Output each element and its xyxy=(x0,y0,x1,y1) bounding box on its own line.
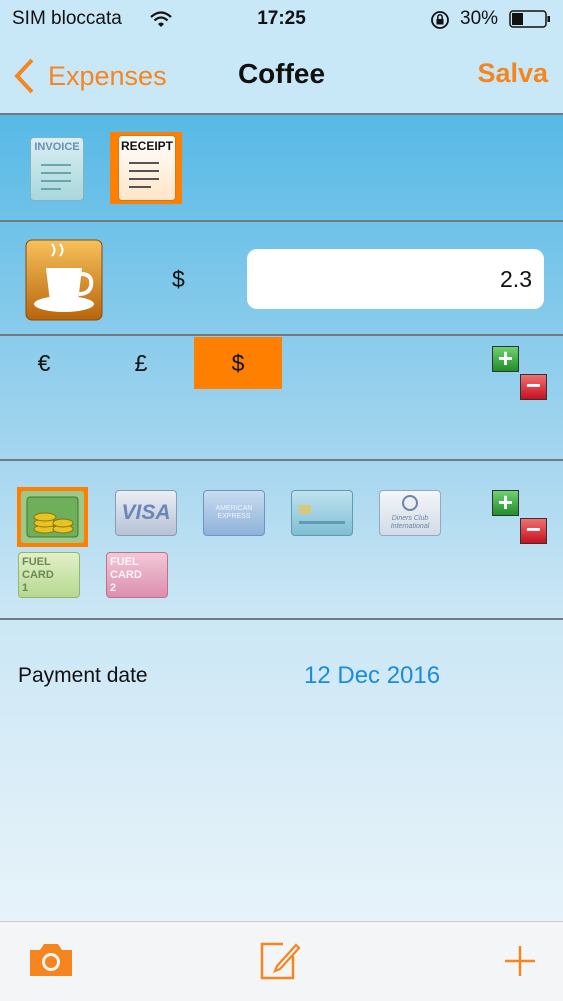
payment-date-label: Payment date xyxy=(18,664,148,687)
american-express-card-icon[interactable]: AMERICAN EXPRESS xyxy=(203,490,265,536)
add-payment-method-button[interactable]: + xyxy=(492,489,519,516)
invoice-label: INVOICE xyxy=(34,141,80,153)
currency-dollar-label: $ xyxy=(231,350,245,376)
fuel-card-1-label: FUEL CARD 1 xyxy=(22,556,54,594)
currency-euro-button[interactable]: € xyxy=(30,350,58,377)
orientation-lock-icon xyxy=(431,11,449,29)
camera-icon[interactable] xyxy=(28,942,74,978)
diners-label: Diners Club International xyxy=(390,515,430,530)
amount-currency-symbol: $ xyxy=(172,266,185,292)
divider xyxy=(0,618,563,620)
payment-date-value[interactable]: 12 Dec 2016 xyxy=(304,662,440,690)
coffee-cup-icon[interactable] xyxy=(24,238,104,322)
bottom-toolbar xyxy=(0,921,563,1001)
add-currency-button[interactable]: + xyxy=(492,345,519,372)
add-icon[interactable] xyxy=(503,944,537,978)
diners-club-card-icon[interactable]: Diners Club International xyxy=(379,490,441,536)
currency-dollar-button[interactable]: $ xyxy=(194,337,282,389)
divider xyxy=(0,113,563,115)
fuel-card-2-icon[interactable]: FUEL CARD 2 xyxy=(106,552,168,598)
amount-input[interactable]: 2.3 xyxy=(247,249,544,309)
remove-currency-button[interactable]: − xyxy=(520,372,547,400)
card-chip-icon xyxy=(299,505,311,514)
payment-method-cash[interactable] xyxy=(17,487,88,547)
remove-payment-method-button[interactable]: − xyxy=(520,516,547,544)
divider xyxy=(0,459,563,461)
amex-label: AMERICAN EXPRESS xyxy=(215,505,253,520)
visa-label: VISA xyxy=(121,501,171,524)
fuel-card-2-label: FUEL CARD 2 xyxy=(110,556,142,594)
cash-coins-icon xyxy=(21,491,84,543)
divider xyxy=(0,220,563,222)
battery-icon xyxy=(509,10,550,28)
receipt-type-button[interactable]: RECEIPT xyxy=(110,132,182,204)
receipt-label: RECEIPT xyxy=(120,139,173,153)
credit-card-icon[interactable] xyxy=(291,490,353,536)
visa-card-icon[interactable]: VISA xyxy=(115,490,177,536)
invoice-type-button[interactable]: INVOICE xyxy=(30,137,84,201)
compose-icon[interactable] xyxy=(259,939,301,981)
save-button[interactable]: Salva xyxy=(477,58,548,89)
battery-percent: 30% xyxy=(460,8,499,29)
divider xyxy=(0,334,563,336)
fuel-card-1-icon[interactable]: FUEL CARD 1 xyxy=(18,552,80,598)
currency-pound-button[interactable]: £ xyxy=(126,350,156,377)
amount-value: 2.3 xyxy=(500,266,532,292)
